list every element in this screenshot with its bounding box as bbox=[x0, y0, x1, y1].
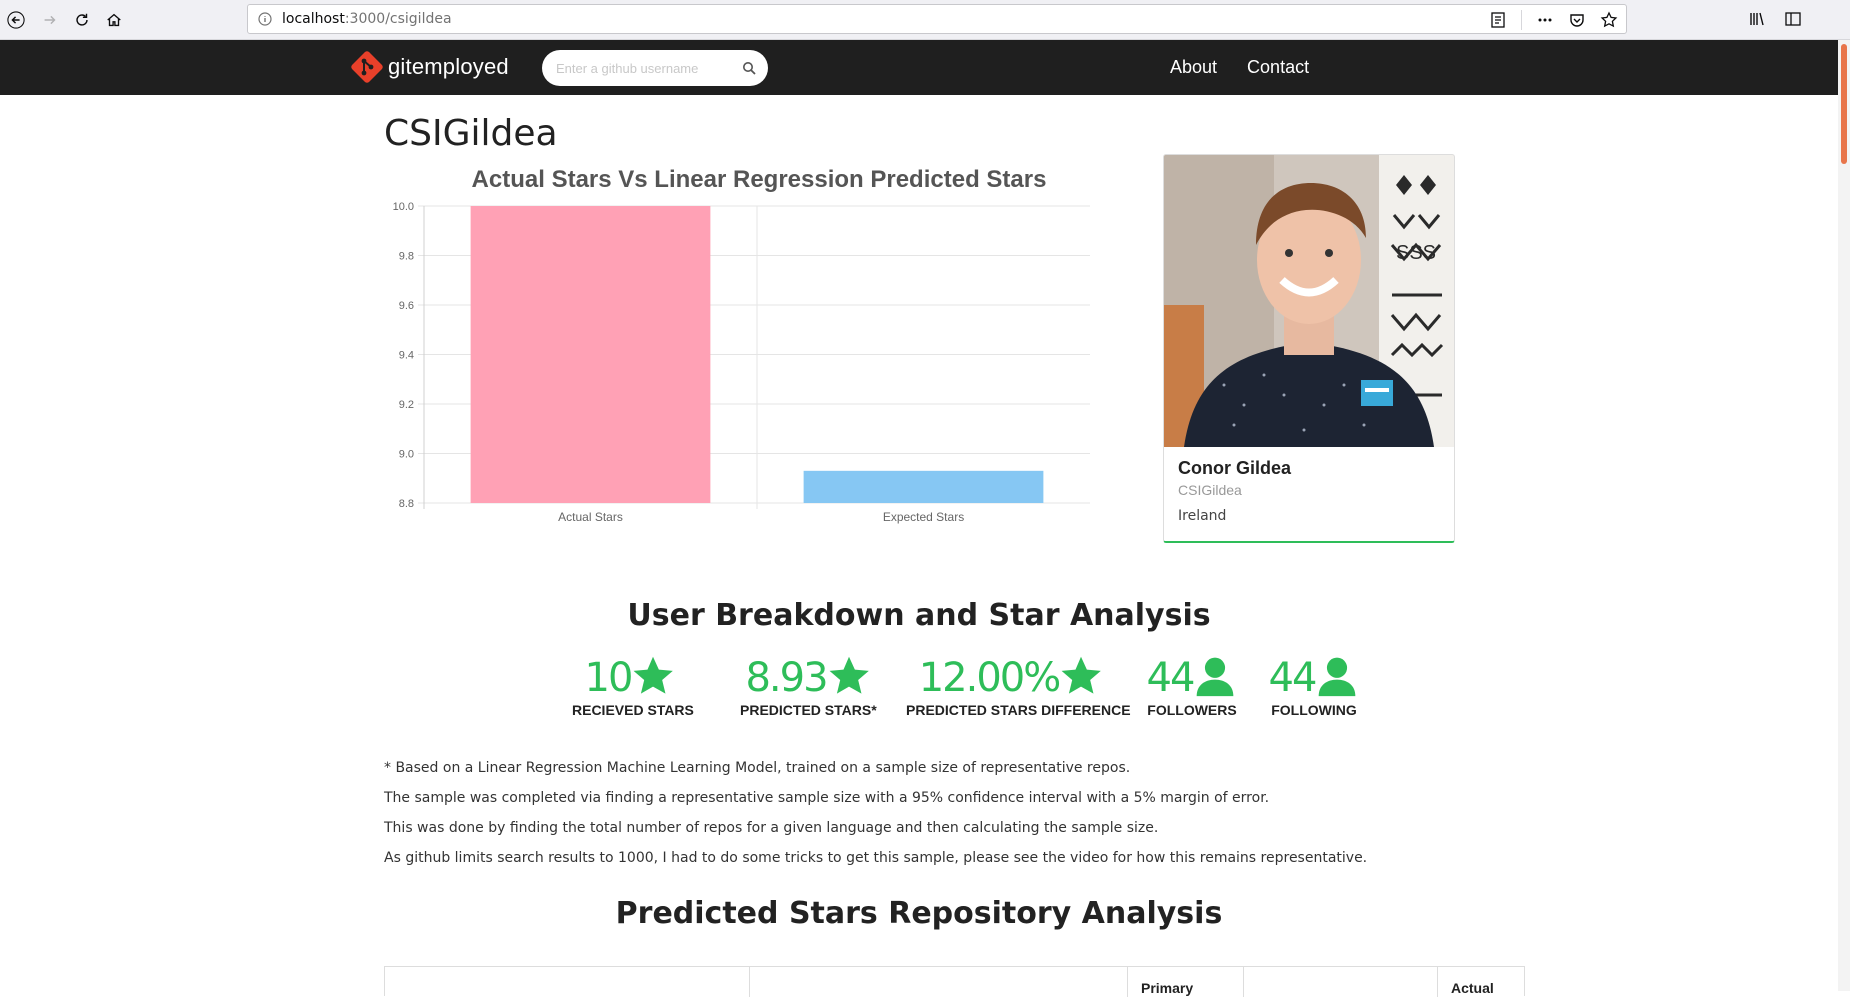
page-scrollbar[interactable] bbox=[1838, 40, 1850, 991]
x-tick-label: Actual Stars bbox=[558, 510, 623, 524]
stat-value: 12.00% bbox=[918, 655, 1062, 701]
user-icon bbox=[1197, 657, 1234, 697]
sidebar-icon[interactable] bbox=[1784, 10, 1802, 28]
stars-chart: Actual Stars Vs Linear Regression Predic… bbox=[384, 158, 1104, 538]
repo-table: Primary Actual bbox=[384, 966, 1525, 997]
more-actions-icon[interactable] bbox=[1536, 11, 1554, 29]
git-logo-icon bbox=[351, 51, 383, 83]
note-line: * Based on a Linear Regression Machine L… bbox=[384, 760, 1131, 776]
note-line: As github limits search results to 1000,… bbox=[384, 850, 1368, 866]
url-path: :3000/csigildea bbox=[344, 11, 452, 27]
y-tick-label: 9.0 bbox=[399, 449, 414, 461]
stat-value: 44 bbox=[1268, 655, 1318, 701]
url-bar[interactable]: localhost:3000/csigildea bbox=[247, 4, 1627, 34]
star-icon bbox=[634, 656, 674, 694]
stat-predicted-difference: 12.00% PREDICTED STARS DIFFERENCE bbox=[906, 654, 1131, 718]
note-line: This was done by finding the total numbe… bbox=[384, 820, 1159, 836]
column-divider bbox=[1243, 967, 1244, 997]
y-tick-label: 9.2 bbox=[399, 399, 414, 411]
scrollbar-thumb[interactable] bbox=[1841, 44, 1847, 164]
back-button[interactable] bbox=[4, 8, 28, 32]
profile-photo: SSS bbox=[1164, 155, 1454, 447]
star-icon bbox=[829, 656, 869, 694]
profile-name: Conor Gildea bbox=[1178, 458, 1292, 478]
avatar: SSS bbox=[1164, 155, 1454, 447]
search-box[interactable] bbox=[542, 50, 768, 86]
table-header-primary[interactable]: Primary bbox=[1141, 980, 1193, 996]
bar-actual-stars[interactable] bbox=[470, 206, 711, 503]
brand-name: gitemployed bbox=[388, 54, 509, 79]
chart-x-axis: Actual Stars Expected Stars bbox=[558, 510, 964, 524]
home-icon bbox=[107, 13, 121, 27]
y-tick-label: 10.0 bbox=[393, 201, 414, 213]
search-icon[interactable] bbox=[742, 61, 756, 75]
stat-label: PREDICTED STARS DIFFERENCE bbox=[906, 702, 1131, 718]
search-input[interactable] bbox=[556, 60, 736, 76]
stat-value: 10 bbox=[584, 655, 634, 701]
y-tick-label: 9.6 bbox=[399, 300, 414, 312]
library-icon[interactable] bbox=[1748, 10, 1766, 28]
info-icon[interactable] bbox=[258, 12, 272, 26]
bar-expected-stars[interactable] bbox=[803, 470, 1044, 503]
profile-login: CSIGildea bbox=[1178, 482, 1242, 498]
stat-label: FOLLOWING bbox=[1271, 702, 1357, 718]
chart-y-axis: 10.0 9.8 9.6 9.4 9.2 9.0 8.8 bbox=[393, 201, 414, 510]
stat-label: PREDICTED STARS* bbox=[740, 702, 877, 718]
forward-button[interactable] bbox=[38, 8, 62, 32]
page-title: CSIGildea bbox=[384, 113, 558, 154]
profile-location: Ireland bbox=[1178, 508, 1227, 524]
home-button[interactable] bbox=[102, 8, 126, 32]
profile-card: SSS Conor Gildea CSIGildea Ireland bbox=[1163, 154, 1455, 543]
x-tick-label: Expected Stars bbox=[883, 510, 964, 524]
column-divider bbox=[1127, 967, 1128, 997]
breakdown-title: User Breakdown and Star Analysis bbox=[627, 598, 1211, 633]
back-arrow-icon bbox=[7, 11, 25, 29]
stat-label: FOLLOWERS bbox=[1147, 702, 1237, 718]
reload-icon bbox=[76, 13, 88, 26]
nav-link-about[interactable]: About bbox=[1170, 57, 1217, 78]
user-icon bbox=[1319, 657, 1356, 697]
stat-following: 44 FOLLOWING bbox=[1268, 654, 1360, 718]
svg-text:SSS: SSS bbox=[1396, 242, 1436, 264]
note-line: The sample was completed via finding a r… bbox=[384, 790, 1270, 806]
y-tick-label: 9.4 bbox=[399, 350, 414, 362]
column-divider bbox=[749, 967, 750, 997]
star-icon bbox=[1061, 656, 1102, 694]
repo-analysis-title: Predicted Stars Repository Analysis bbox=[615, 896, 1223, 931]
table-header-actual[interactable]: Actual bbox=[1451, 980, 1494, 996]
url-text: localhost:3000/csigildea bbox=[282, 11, 452, 27]
reader-view-icon[interactable] bbox=[1489, 11, 1507, 29]
nav-link-contact[interactable]: Contact bbox=[1247, 57, 1309, 78]
brand[interactable]: gitemployed bbox=[348, 48, 509, 86]
browser-toolbar: localhost:3000/csigildea bbox=[0, 0, 1850, 40]
reload-button[interactable] bbox=[70, 8, 94, 32]
pocket-icon[interactable] bbox=[1568, 11, 1586, 29]
bookmark-star-icon[interactable] bbox=[1600, 11, 1618, 29]
stat-value: 44 bbox=[1146, 655, 1196, 701]
y-tick-label: 8.8 bbox=[399, 498, 414, 510]
stat-predicted-stars: 8.93 PREDICTED STARS* bbox=[740, 654, 877, 718]
stat-value: 8.93 bbox=[745, 655, 828, 701]
y-tick-label: 9.8 bbox=[399, 251, 414, 263]
model-notes: * Based on a Linear Regression Machine L… bbox=[384, 758, 1484, 878]
forward-arrow-icon bbox=[44, 15, 56, 25]
chart-title: Actual Stars Vs Linear Regression Predic… bbox=[472, 166, 1047, 193]
site-navbar: gitemployed About Contact bbox=[0, 40, 1838, 95]
stat-followers: 44 FOLLOWERS bbox=[1146, 654, 1238, 718]
stars-chart-svg: Actual Stars Vs Linear Regression Predic… bbox=[393, 166, 1090, 524]
stat-label: RECIEVED STARS bbox=[572, 702, 694, 718]
url-host: localhost bbox=[282, 11, 345, 27]
column-divider bbox=[1437, 967, 1438, 997]
stat-received-stars: 10 RECIEVED STARS bbox=[572, 654, 694, 718]
